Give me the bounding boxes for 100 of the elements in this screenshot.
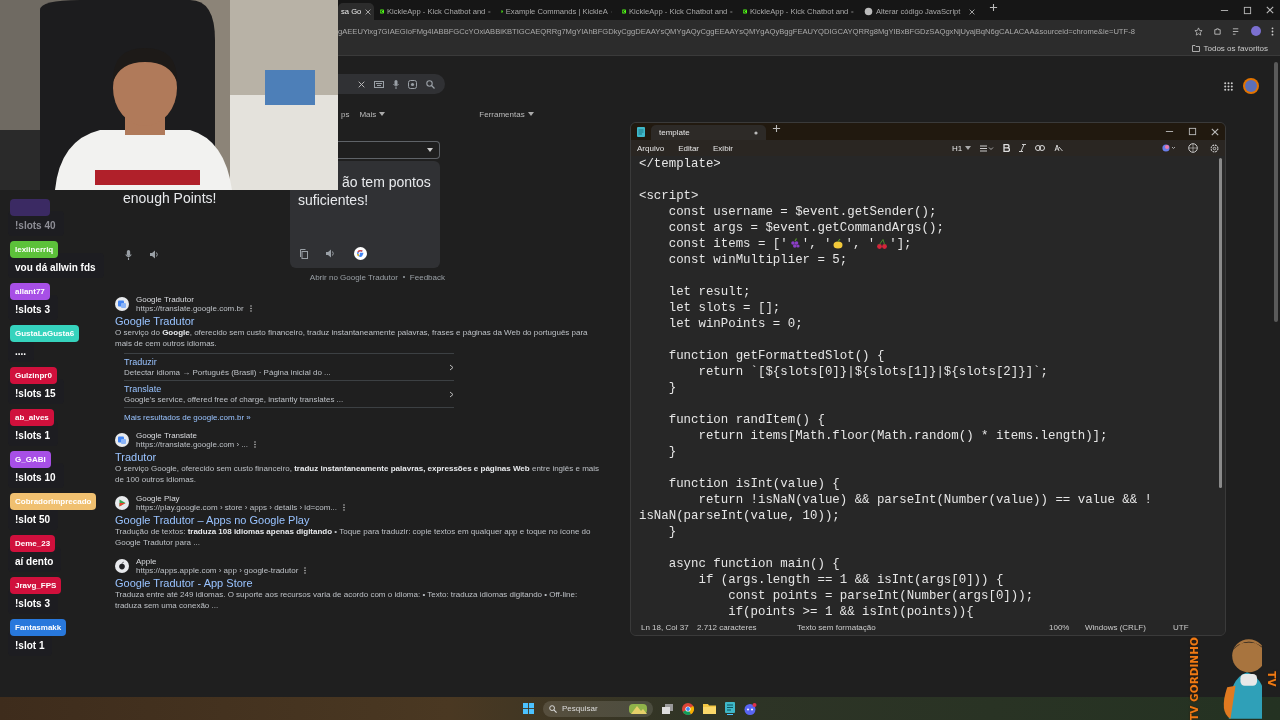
folder-icon[interactable] (703, 703, 716, 714)
keyboard-icon[interactable] (374, 80, 384, 88)
microphone-icon[interactable] (393, 79, 399, 89)
search-icon[interactable] (426, 79, 435, 89)
grapes-icon (788, 238, 801, 250)
code-line: } (667, 380, 677, 396)
more-icon[interactable] (249, 305, 252, 312)
list-dropdown-icon[interactable] (980, 144, 995, 152)
result-title-link[interactable]: Tradutor (115, 451, 157, 463)
result-url: https://translate.google.com.br (136, 304, 244, 313)
new-tab-icon[interactable] (989, 3, 998, 12)
task-view-icon[interactable] (662, 703, 673, 714)
result-title-link[interactable]: Google Tradutor (115, 315, 195, 327)
chrome-icon[interactable] (682, 702, 694, 715)
scrollbar-thumb[interactable] (1219, 158, 1222, 488)
username-badge: Deme_23 (10, 535, 56, 552)
star-icon[interactable] (1194, 26, 1203, 36)
apple-logo-icon (115, 559, 129, 573)
menu-icon[interactable] (1271, 26, 1274, 36)
menu-item[interactable]: Arquivo (637, 143, 665, 153)
apps-grid-icon[interactable] (1224, 81, 1233, 91)
code-line: if(points >= 1 && isInt(points)){ (727, 604, 974, 620)
status-text: 100% (1049, 623, 1071, 632)
clear-format-icon[interactable] (1054, 144, 1064, 152)
status-text: UTF (1173, 623, 1190, 632)
caret-icon (379, 112, 386, 116)
username-badge: allant77 (10, 283, 50, 300)
code-line: return items[Math.floor(Math.random() * items.length)]; (697, 428, 1108, 444)
more-icon[interactable] (254, 441, 257, 448)
logo-text: TV (1266, 670, 1278, 687)
search-field[interactable] (338, 74, 445, 94)
logo-text: TV GORDINHO (1188, 636, 1200, 720)
code-line: let winPoints = 0; (667, 316, 803, 332)
more-icon[interactable] (343, 504, 346, 511)
chevron-icon (449, 363, 454, 371)
separator-dot-icon (402, 276, 405, 278)
username-badge: GustaLaGusta6 (10, 325, 80, 342)
chat-app-icon[interactable] (744, 702, 757, 715)
result-snippet: O serviço Google, oferecido sem custo financeiro, traduz instantaneamente palavras, expressões e páginas Web entre inglês e mais de 100 outros idiomas. (115, 464, 601, 485)
filter-tab[interactable]: ps (341, 109, 350, 119)
profile-avatar-icon[interactable] (1251, 26, 1261, 36)
menu-item[interactable]: Editar (678, 143, 700, 153)
language-dropdown[interactable] (338, 141, 440, 159)
code-line: const points = parseInt(Number(args[0])); (727, 588, 1034, 604)
status-text: Texto sem formatação (797, 623, 877, 632)
media-icon[interactable] (1232, 26, 1241, 36)
result-title-link[interactable]: Google Tradutor - App Store (115, 577, 253, 589)
result-title-link[interactable]: Google Tradutor – Apps no Google Play (115, 514, 310, 526)
globe-icon (864, 7, 873, 16)
filter-tab[interactable]: Mais (359, 109, 386, 119)
document-tab[interactable]: template (651, 125, 766, 140)
speaker-icon[interactable] (326, 249, 336, 258)
microphone-icon[interactable] (125, 250, 132, 260)
result-snippet: Traduza entre até 249 idiomas. O suporte aos recursos varia de acordo com o idioma: • Texto: traduza idiomas digitando • Off-line: traduza sem uma conexão ... (115, 590, 579, 611)
more-results-link[interactable]: Mais resultados de google.com.br » (124, 413, 605, 422)
scrollbar-thumb[interactable] (1274, 62, 1278, 322)
source-text: enough Points! (123, 190, 217, 206)
heading-dropdown[interactable]: H1 (952, 143, 972, 153)
new-tab-icon[interactable] (772, 124, 781, 133)
filter-tab[interactable]: Ferramentas (479, 109, 534, 119)
maximize-icon[interactable] (1243, 5, 1252, 15)
menu-item[interactable]: Exibir (713, 143, 734, 153)
code-line: function getFormattedSlot() { (667, 348, 885, 364)
sitelink[interactable]: Traduzir Detectar idioma → Português (Brasil) · Página inicial do ... (124, 353, 454, 380)
windows-start-icon[interactable] (523, 703, 534, 714)
code-line: } (667, 524, 677, 540)
sitelink[interactable]: Translate Google's service, offered free of charge, instantly translates ... (124, 380, 454, 408)
notepad-icon[interactable] (725, 702, 735, 715)
italic-icon[interactable] (1019, 144, 1027, 152)
taskbar-search-field[interactable]: Pesquisar (543, 700, 653, 717)
account-avatar-icon[interactable] (1243, 78, 1259, 94)
code-line: const winMultiplier = 5; (667, 252, 848, 268)
copy-icon[interactable] (300, 248, 308, 259)
code-line: let result; (667, 284, 751, 300)
extensions-icon[interactable] (1213, 26, 1222, 36)
site-name: Google Translate (136, 431, 198, 440)
lens-icon[interactable] (408, 79, 417, 89)
site-name: Apple (136, 557, 158, 566)
link-icon[interactable] (1035, 145, 1046, 151)
code-line: </template> (639, 156, 721, 172)
username-badge: Fantasmakk (10, 619, 67, 636)
speaker-icon[interactable] (150, 250, 160, 259)
all-bookmarks-link[interactable]: Todos os favoritos (1203, 44, 1268, 53)
google-logo-icon (354, 247, 367, 260)
copilot-icon[interactable] (1162, 144, 1176, 152)
more-icon[interactable] (304, 567, 307, 574)
code-line: return !isNaN(value) && parseInt(Number(value)) == value && ! (697, 492, 1153, 508)
feedback-link[interactable]: Feedback (409, 272, 445, 282)
caret-icon (965, 146, 972, 150)
code-line: const username = $event.getSender(); (667, 204, 937, 220)
caret-icon (527, 112, 534, 116)
status-text: Ln 18, Col 37 (641, 623, 690, 632)
site-name: Google Play (136, 494, 181, 503)
open-in-translate-link[interactable]: Abrir no Google Tradutor (309, 272, 398, 282)
settings-icon[interactable] (1210, 143, 1219, 153)
lemon-icon (832, 238, 845, 250)
cherries-icon (876, 238, 889, 250)
bold-icon[interactable] (1003, 144, 1011, 152)
status-text: Windows (CRLF) (1085, 623, 1147, 632)
maximize-icon[interactable] (1188, 127, 1197, 136)
